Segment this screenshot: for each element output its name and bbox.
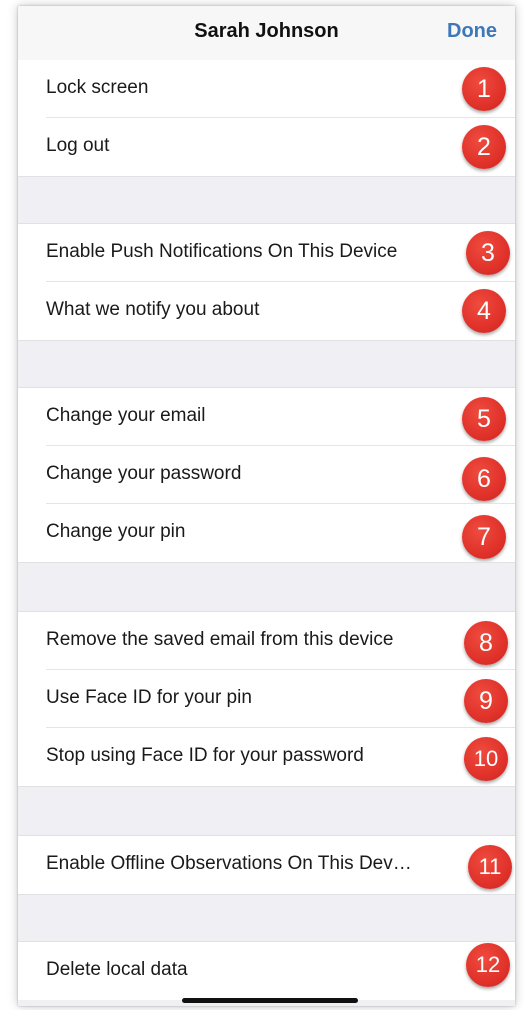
row-label: What we notify you about [46,299,260,320]
row-label: Lock screen [46,77,149,98]
callout-badge: 11 [468,845,512,889]
home-indicator[interactable] [182,998,358,1003]
callout-badge: 5 [462,397,506,441]
row-label: Stop using Face ID for your password [46,745,364,766]
row-enable-offline-observations[interactable]: Enable Offline Observations On This Dev…… [18,836,515,894]
row-label: Change your password [46,463,242,484]
callout-badge: 3 [466,231,510,275]
settings-screen: Sarah Johnson Done Lock screen 1 Log out… [18,6,515,1006]
callout-badge: 9 [464,679,508,723]
row-label: Log out [46,135,110,156]
row-use-face-id-pin[interactable]: Use Face ID for your pin 9 [18,670,515,728]
done-button[interactable]: Done [447,20,497,43]
callout-badge: 8 [464,621,508,665]
row-change-pin[interactable]: Change your pin 7 [18,504,515,562]
section-separator [18,340,515,388]
section-separator [18,562,515,612]
row-what-we-notify[interactable]: What we notify you about 4 [18,282,515,340]
row-delete-local-data[interactable]: Delete local data 12 [18,942,515,1000]
row-remove-saved-email[interactable]: Remove the saved email from this device … [18,612,515,670]
callout-badge: 6 [462,457,506,501]
row-label: Change your pin [46,521,186,542]
callout-badge: 2 [462,125,506,169]
callout-badge: 7 [462,515,506,559]
row-label: Enable Offline Observations On This Dev… [46,853,412,874]
section-separator [18,894,515,942]
callout-badge: 4 [462,289,506,333]
row-label: Use Face ID for your pin [46,687,252,708]
row-label: Change your email [46,405,206,426]
section-separator [18,786,515,836]
row-label: Remove the saved email from this device [46,629,394,650]
navigation-bar: Sarah Johnson Done [18,6,515,60]
row-change-email[interactable]: Change your email 5 [18,388,515,446]
screenshot-frame: Sarah Johnson Done Lock screen 1 Log out… [0,0,525,1010]
row-log-out[interactable]: Log out 2 [18,118,515,176]
callout-badge: 1 [462,67,506,111]
row-change-password[interactable]: Change your password 6 [18,446,515,504]
page-title: Sarah Johnson [194,20,339,42]
row-label: Enable Push Notifications On This Device [46,241,398,262]
row-lock-screen[interactable]: Lock screen 1 [18,60,515,118]
section-separator [18,176,515,224]
row-enable-push-notifications[interactable]: Enable Push Notifications On This Device… [18,224,515,282]
row-label: Delete local data [46,959,188,980]
callout-badge: 12 [466,943,510,987]
callout-badge: 10 [464,737,508,781]
row-stop-face-id-password[interactable]: Stop using Face ID for your password 10 [18,728,515,786]
